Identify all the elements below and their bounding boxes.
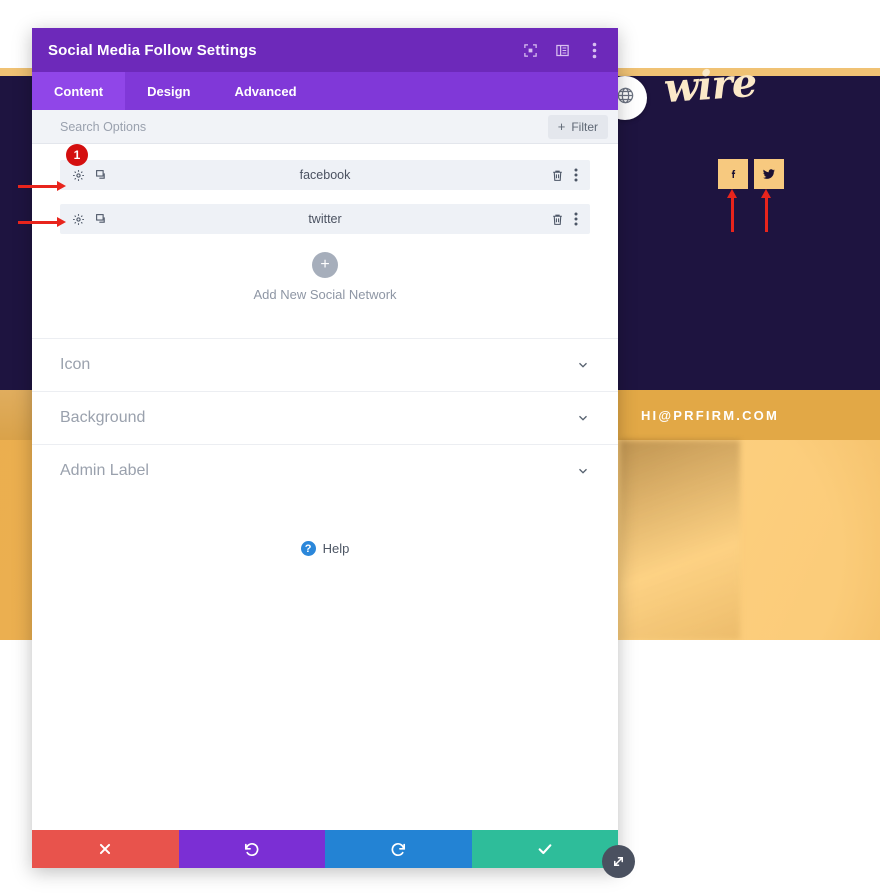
tab-content[interactable]: Content (32, 72, 126, 110)
tab-advanced[interactable]: Advanced (212, 72, 318, 110)
twitter-icon (762, 167, 776, 181)
tab-design[interactable]: Design (125, 72, 212, 110)
globe-icon (616, 86, 635, 110)
social-network-list: 1 facebook twitter + Add New Social Netw… (32, 144, 618, 338)
modal-body: 1 facebook twitter + Add New Social Netw… (32, 144, 618, 830)
row-title: twitter (308, 212, 342, 226)
trash-icon[interactable] (551, 213, 564, 226)
search-input[interactable] (60, 119, 548, 134)
modal-footer (32, 830, 618, 868)
row-left-actions (72, 169, 108, 182)
resize-handle-icon[interactable] (602, 845, 635, 878)
hero-twitter-button[interactable] (754, 159, 784, 189)
duplicate-icon[interactable] (95, 169, 108, 182)
accordion-icon-label: Icon (60, 356, 91, 373)
chevron-down-icon[interactable] (576, 411, 590, 425)
undo-icon (243, 841, 260, 858)
close-icon (98, 842, 112, 856)
undo-button[interactable] (178, 830, 325, 868)
expand-icon[interactable] (522, 42, 538, 58)
duplicate-icon[interactable] (95, 213, 108, 226)
gear-icon[interactable] (72, 169, 85, 182)
status-badge: 1 (66, 144, 88, 166)
help-label: Help (322, 541, 350, 556)
modal-header: Social Media Follow Settings (32, 28, 618, 72)
cancel-button[interactable] (32, 830, 179, 868)
save-button[interactable] (471, 830, 618, 868)
check-icon (537, 841, 553, 857)
chevron-down-icon[interactable] (576, 358, 590, 372)
hero-social-buttons (718, 159, 784, 189)
annotation-arrow-twitter-row (18, 217, 66, 227)
add-new-label[interactable]: Add New Social Network (60, 287, 590, 302)
row-left-actions (72, 213, 108, 226)
accordion-background-label: Background (60, 409, 146, 426)
modal-tabs: Content Design Advanced (32, 72, 618, 110)
more-vertical-icon[interactable] (574, 212, 578, 226)
row-right-actions (551, 212, 578, 226)
redo-button[interactable] (325, 830, 472, 868)
search-bar: + Filter (32, 110, 618, 144)
more-vertical-icon[interactable] (586, 42, 602, 58)
annotation-arrow-facebook-up (727, 189, 737, 232)
row-right-actions (551, 168, 578, 182)
accordion-admin-label-label: Admin Label (60, 462, 149, 479)
annotation-arrow-facebook-row (18, 181, 66, 191)
layout-columns-icon[interactable] (554, 42, 570, 58)
row-title: facebook (299, 168, 351, 182)
accordion-background[interactable]: Background (32, 391, 618, 444)
hero-facebook-button[interactable] (718, 159, 748, 189)
gear-icon[interactable] (72, 213, 85, 226)
hero-photo-highlight (620, 440, 740, 640)
accordion-admin-label[interactable]: Admin Label (32, 444, 618, 497)
question-mark-icon: ? (300, 541, 316, 556)
filter-button[interactable]: + Filter (547, 114, 608, 139)
modal-header-actions (522, 42, 602, 58)
help-link[interactable]: ? Help (32, 497, 618, 556)
table-row[interactable]: twitter (60, 204, 590, 234)
plus-icon[interactable]: + (312, 252, 338, 278)
more-vertical-icon[interactable] (574, 168, 578, 182)
page-title: Social Media Follow Settings (48, 41, 257, 59)
filter-button-label: Filter (571, 119, 598, 134)
settings-modal: Social Media Follow Settings Content Des… (32, 28, 618, 868)
trash-icon[interactable] (551, 169, 564, 182)
redo-icon (390, 841, 407, 858)
accordion-icon[interactable]: Icon (32, 338, 618, 391)
plus-icon: + (557, 119, 566, 134)
screenshot-root: wire HI@PRFIRM.COM Social Media Follow S… (0, 0, 880, 894)
contact-email: HI@PRFIRM.COM (640, 407, 780, 423)
chevron-down-icon[interactable] (576, 464, 590, 478)
facebook-icon (727, 168, 740, 181)
table-row[interactable]: 1 facebook (60, 144, 590, 190)
site-logo-text: wire (662, 58, 758, 113)
add-new-social-network[interactable]: + Add New Social Network (60, 248, 590, 328)
annotation-arrow-twitter-up (761, 189, 771, 232)
